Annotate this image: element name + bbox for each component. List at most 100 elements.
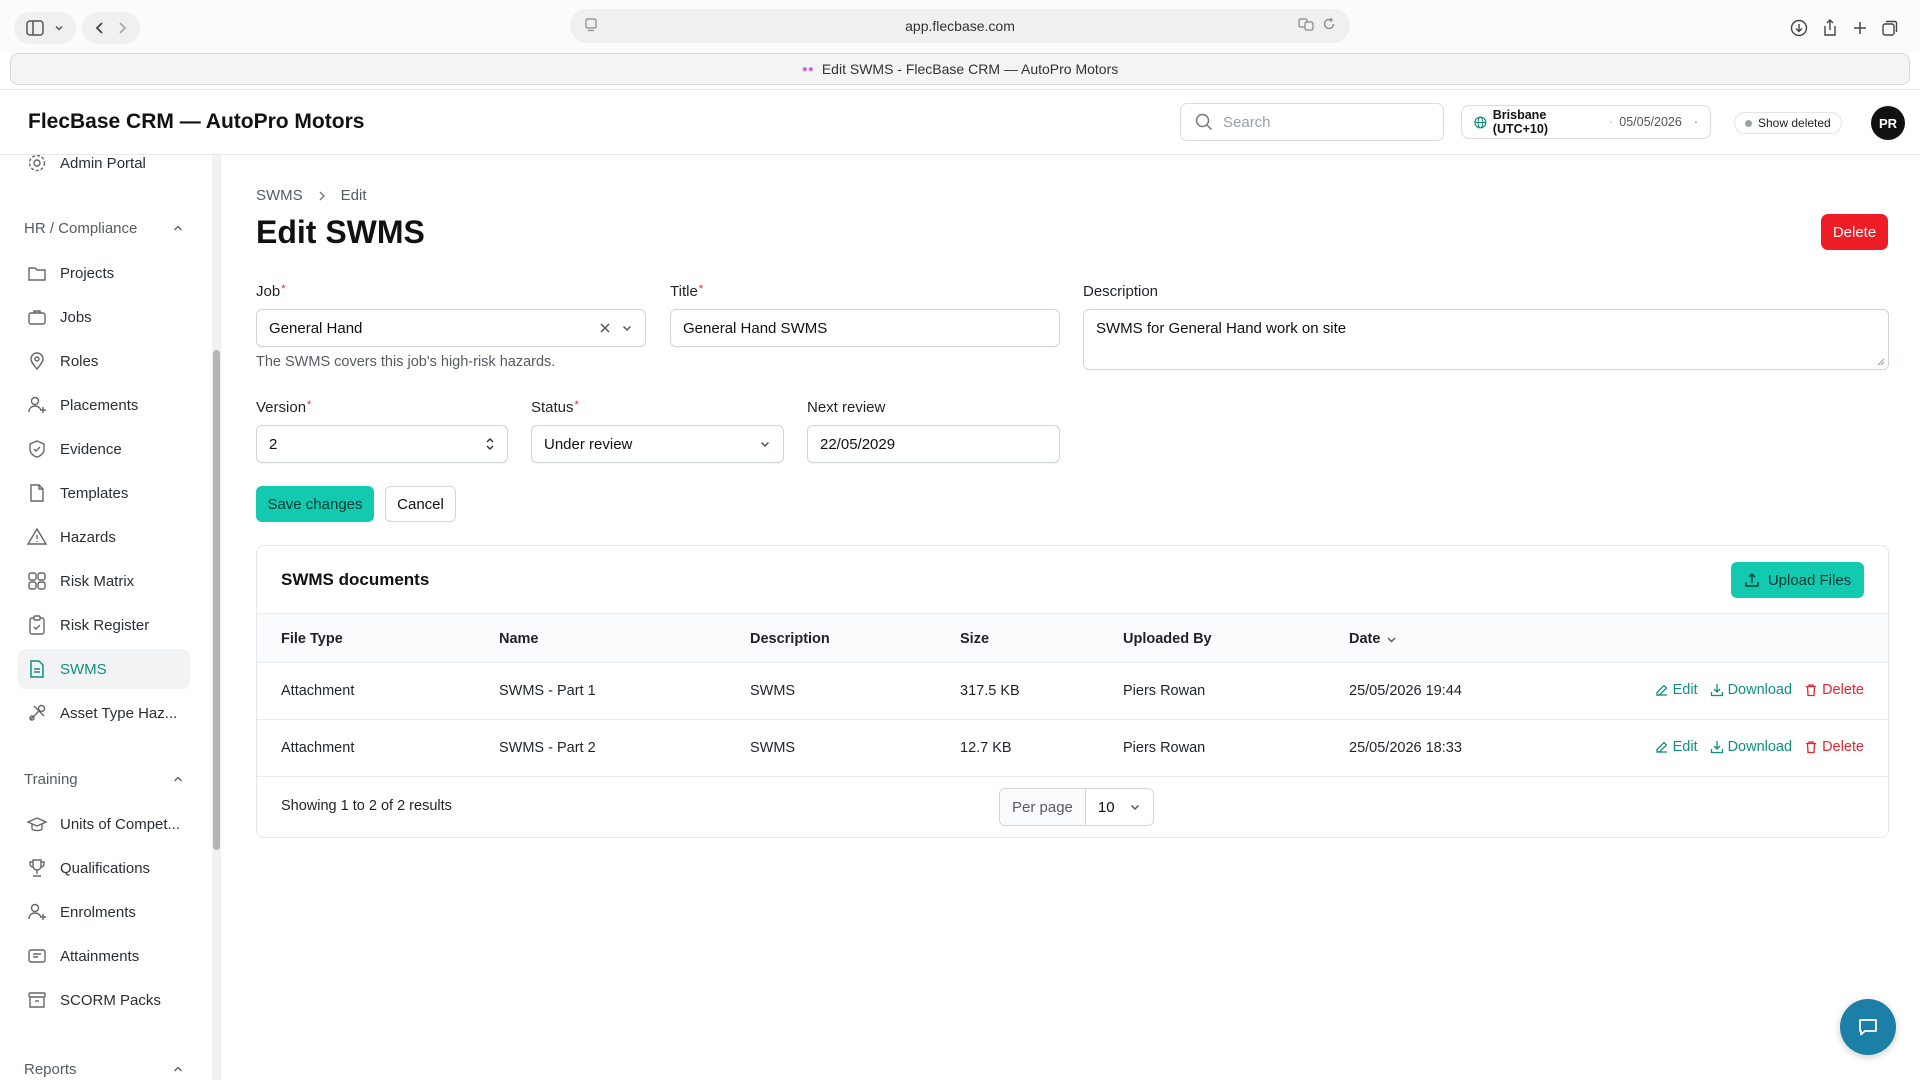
download-action[interactable]: Download xyxy=(1710,739,1792,755)
translate-icon[interactable] xyxy=(1298,17,1314,31)
cell-uploaded-by: Piers Rowan xyxy=(1123,740,1206,756)
cell-size: 12.7 KB xyxy=(960,740,1012,756)
sidebar-item-scorm-packs[interactable]: SCORM Packs xyxy=(18,980,190,1020)
table-header: File Type Name Description Size Uploaded… xyxy=(257,613,1888,663)
sidebar-scrollbar[interactable] xyxy=(212,155,221,1080)
tab-favicon-icon: ●● xyxy=(801,63,814,75)
sidebar-section-training[interactable]: Training xyxy=(24,768,184,790)
page-settings-icon[interactable] xyxy=(584,18,598,35)
chevron-up-icon xyxy=(173,1066,183,1072)
stepper-arrows-icon[interactable] xyxy=(485,436,495,452)
sidebar-item-enrolments[interactable]: Enrolments xyxy=(18,892,190,932)
show-deleted-toggle[interactable]: Show deleted xyxy=(1734,112,1842,134)
nav-buttons xyxy=(82,12,140,44)
cancel-button[interactable]: Cancel xyxy=(385,486,456,522)
app-header: FlecBase CRM — AutoPro Motors Search Bri… xyxy=(0,90,1920,155)
upload-files-button[interactable]: Upload Files xyxy=(1731,562,1864,598)
next-review-date-field[interactable]: 22/05/2029 xyxy=(807,425,1060,463)
description-value: SWMS for General Hand work on site xyxy=(1096,320,1347,337)
sidebar-item-label: Risk Matrix xyxy=(60,572,135,590)
sidebar-item-attainments[interactable]: Attainments xyxy=(18,936,190,976)
reload-icon[interactable] xyxy=(1322,17,1336,31)
sidebar-item-qualifications[interactable]: Qualifications xyxy=(18,848,190,888)
download-action[interactable]: Download xyxy=(1710,682,1792,698)
clear-icon[interactable] xyxy=(599,322,611,334)
chevron-down-icon xyxy=(1130,804,1139,811)
description-label: Description xyxy=(1083,283,1159,300)
separator-dot: · xyxy=(1609,115,1614,129)
tools-icon xyxy=(29,704,46,721)
resize-handle-icon[interactable] xyxy=(1875,356,1885,366)
job-label: Job* xyxy=(256,283,285,300)
search-input[interactable]: Search xyxy=(1180,103,1444,141)
timezone-selector[interactable]: Brisbane (UTC+10) · 05/05/2026 · xyxy=(1461,105,1711,139)
sidebar-item-risk-matrix[interactable]: Risk Matrix xyxy=(18,561,190,601)
sidebar-section-hr-compliance[interactable]: HR / Compliance xyxy=(24,217,184,239)
page-title: Edit SWMS xyxy=(256,214,425,250)
sidebar-item-placements[interactable]: Placements xyxy=(18,385,190,425)
tab-overview-icon[interactable] xyxy=(1882,20,1898,36)
title-field[interactable]: General Hand SWMS xyxy=(670,309,1060,347)
sidebar-item-jobs[interactable]: Jobs xyxy=(18,297,190,337)
back-icon[interactable] xyxy=(94,21,106,35)
folder-icon xyxy=(28,267,46,281)
sort-chevron-down-icon xyxy=(1387,637,1396,642)
sidebar-item-label: Attainments xyxy=(60,947,140,965)
downloads-icon[interactable] xyxy=(1790,19,1808,37)
sidebar-item-swms[interactable]: SWMS xyxy=(18,649,190,689)
sidebar-item-templates[interactable]: Templates xyxy=(18,473,190,513)
job-select[interactable]: General Hand xyxy=(256,309,646,347)
forward-icon[interactable] xyxy=(116,21,128,35)
description-textarea[interactable]: SWMS for General Hand work on site xyxy=(1083,309,1889,370)
timezone-label: Brisbane (UTC+10) xyxy=(1492,108,1548,136)
sidebar-item-roles[interactable]: Roles xyxy=(18,341,190,381)
sidebar-item-label: Projects xyxy=(60,264,115,282)
address-bar[interactable]: app.flecbase.com xyxy=(570,9,1350,43)
sidebar-item-label: Templates xyxy=(60,484,129,502)
globe-icon xyxy=(1474,116,1487,128)
version-stepper[interactable]: 2 xyxy=(256,425,508,463)
toggle-dot xyxy=(1745,119,1752,127)
sidebar-item-asset-type-hazards[interactable]: Asset Type Haz... xyxy=(18,693,190,733)
edit-action[interactable]: Edit xyxy=(1655,682,1698,698)
sidebar-item-units-of-competency[interactable]: Units of Compet... xyxy=(18,804,190,844)
sidebar-item-label: Evidence xyxy=(60,440,122,458)
column-header-date[interactable]: Date xyxy=(1349,631,1397,647)
save-changes-button[interactable]: Save changes xyxy=(256,486,374,522)
avatar[interactable]: PR xyxy=(1871,106,1905,140)
column-header-name: Name xyxy=(499,631,539,647)
cell-size: 317.5 KB xyxy=(960,683,1020,699)
share-icon[interactable] xyxy=(1822,19,1838,37)
sidebar-item-label: Enrolments xyxy=(60,903,136,921)
delete-button[interactable]: Delete xyxy=(1821,214,1888,250)
version-label: Version* xyxy=(256,399,311,416)
sidebar-item-hazards[interactable]: Hazards xyxy=(18,517,190,557)
edit-action[interactable]: Edit xyxy=(1655,739,1698,755)
gear-icon xyxy=(28,155,46,172)
cell-date: 25/05/2026 18:33 xyxy=(1349,740,1462,756)
sidebar-item-risk-register[interactable]: Risk Register xyxy=(18,605,190,645)
section-title: Training xyxy=(24,770,78,788)
browser-tab[interactable]: ●● Edit SWMS - FlecBase CRM — AutoPro Mo… xyxy=(10,53,1910,85)
delete-action[interactable]: Delete xyxy=(1804,682,1864,698)
current-date: 05/05/2026 xyxy=(1619,115,1682,129)
sidebar-item-label: SCORM Packs xyxy=(60,991,161,1009)
card-title: SWMS documents xyxy=(281,570,430,589)
sidebar-item-projects[interactable]: Projects xyxy=(18,253,190,293)
sidebar-toggle-button[interactable] xyxy=(14,12,76,44)
status-select[interactable]: Under review xyxy=(531,425,784,463)
browser-actions xyxy=(1782,12,1906,44)
breadcrumb-link-swms[interactable]: SWMS xyxy=(256,187,303,204)
chevron-right-icon xyxy=(319,191,325,200)
chevron-down-icon xyxy=(760,441,770,448)
chat-button[interactable] xyxy=(1840,999,1896,1055)
sidebar-item-admin-portal[interactable]: Admin Portal xyxy=(18,155,190,183)
scrollbar-thumb[interactable] xyxy=(213,350,220,850)
sidebar-section-reports[interactable]: Reports xyxy=(24,1058,184,1080)
sidebar-item-label: Jobs xyxy=(60,308,92,326)
per-page-select[interactable]: Per page 10 xyxy=(999,788,1154,826)
sidebar-item-evidence[interactable]: Evidence xyxy=(18,429,190,469)
new-tab-icon[interactable] xyxy=(1852,20,1868,36)
delete-action[interactable]: Delete xyxy=(1804,739,1864,755)
breadcrumb: SWMS Edit xyxy=(256,187,367,204)
